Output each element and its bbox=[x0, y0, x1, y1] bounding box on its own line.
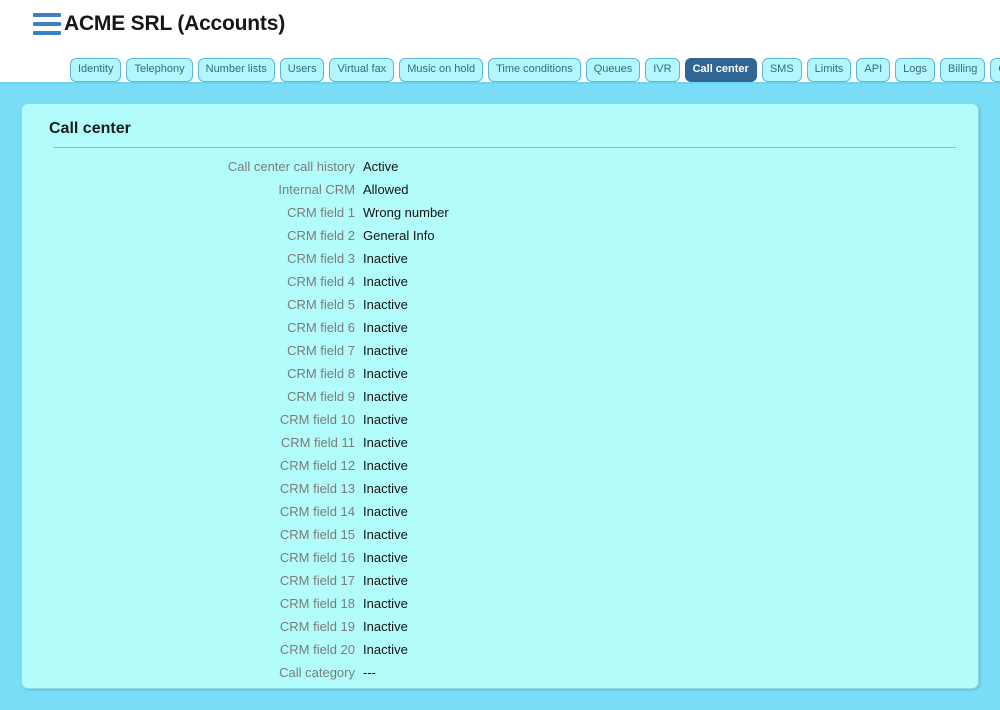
tab-call-center[interactable]: Call center bbox=[684, 58, 757, 82]
setting-label: CRM field 6 bbox=[287, 320, 355, 335]
setting-label: Call category bbox=[279, 665, 355, 680]
tab-users[interactable]: Users bbox=[279, 58, 325, 82]
setting-value: Inactive bbox=[363, 550, 408, 565]
setting-row: CRM field 3 Inactive bbox=[36, 251, 964, 274]
setting-label: CRM field 13 bbox=[279, 481, 355, 496]
setting-value: Inactive bbox=[363, 619, 408, 634]
setting-label: CRM field 4 bbox=[287, 274, 355, 289]
setting-value: Wrong number bbox=[363, 205, 449, 220]
tab-logs[interactable]: Logs bbox=[895, 58, 935, 82]
setting-label: Call center call history bbox=[227, 159, 355, 174]
tab-number-lists[interactable]: Number lists bbox=[197, 58, 275, 82]
setting-value: Inactive bbox=[363, 596, 408, 611]
tab-sms[interactable]: SMS bbox=[761, 58, 802, 82]
setting-row: CRM field 2 General Info bbox=[36, 228, 964, 251]
setting-row: CRM field 17 Inactive bbox=[36, 573, 964, 596]
setting-label: CRM field 15 bbox=[279, 527, 355, 542]
setting-label: CRM field 7 bbox=[287, 343, 355, 358]
setting-row: CRM field 18 Inactive bbox=[36, 596, 964, 619]
setting-row: CRM field 19 Inactive bbox=[36, 619, 964, 642]
hamburger-icon[interactable] bbox=[33, 12, 61, 35]
setting-row: CRM field 15 Inactive bbox=[36, 527, 964, 550]
setting-row: Call center call history Active bbox=[36, 159, 964, 182]
setting-value: Inactive bbox=[363, 642, 408, 657]
setting-label: CRM field 18 bbox=[279, 596, 355, 611]
call-center-panel: Call center Call center call history Acti… bbox=[21, 103, 979, 689]
tab-music-on-hold[interactable]: Music on hold bbox=[399, 58, 484, 82]
setting-row: Internal CRM Allowed bbox=[36, 182, 964, 205]
setting-value: Inactive bbox=[363, 274, 408, 289]
setting-row: CRM field 4 Inactive bbox=[36, 274, 964, 297]
tab-billing[interactable]: Billing bbox=[940, 58, 986, 82]
setting-value: General Info bbox=[363, 228, 435, 243]
tab-limits[interactable]: Limits bbox=[806, 58, 852, 82]
setting-row: CRM field 20 Inactive bbox=[36, 642, 964, 665]
setting-value: Inactive bbox=[363, 366, 408, 381]
setting-value: Inactive bbox=[363, 389, 408, 404]
setting-label: CRM field 19 bbox=[279, 619, 355, 634]
setting-value: Inactive bbox=[363, 251, 408, 266]
setting-value: Inactive bbox=[363, 527, 408, 542]
setting-label: CRM field 10 bbox=[279, 412, 355, 427]
setting-row: CRM field 11 Inactive bbox=[36, 435, 964, 458]
panel-title: Call center bbox=[49, 120, 131, 137]
setting-row: CRM field 9 Inactive bbox=[36, 389, 964, 412]
setting-value: Inactive bbox=[363, 504, 408, 519]
setting-row: CRM field 1 Wrong number bbox=[36, 205, 964, 228]
setting-label: CRM field 3 bbox=[287, 251, 355, 266]
setting-label: CRM field 16 bbox=[279, 550, 355, 565]
setting-label: CRM field 9 bbox=[287, 389, 355, 404]
page-body: Call center Call center call history Acti… bbox=[0, 84, 1000, 710]
setting-label: CRM field 11 bbox=[280, 435, 355, 450]
setting-row: CRM field 7 Inactive bbox=[36, 343, 964, 366]
setting-label: CRM field 8 bbox=[287, 366, 355, 381]
setting-label: CRM field 2 bbox=[287, 228, 355, 243]
tab-time-conditions[interactable]: Time conditions bbox=[488, 58, 581, 82]
brand: ACME SRL (Accounts) bbox=[0, 0, 1000, 40]
panel-divider bbox=[54, 147, 956, 148]
setting-value: --- bbox=[363, 665, 376, 680]
setting-label: Internal CRM bbox=[278, 182, 355, 197]
tab-queues[interactable]: Queues bbox=[585, 58, 641, 82]
setting-value: Inactive bbox=[363, 573, 408, 588]
setting-label: CRM field 14 bbox=[279, 504, 355, 519]
tab-virtual-fax[interactable]: Virtual fax bbox=[329, 58, 395, 82]
tab-identity[interactable]: Identity bbox=[70, 58, 122, 82]
setting-label: CRM field 20 bbox=[279, 642, 355, 657]
setting-row: CRM field 6 Inactive bbox=[36, 320, 964, 343]
setting-label: CRM field 5 bbox=[287, 297, 355, 312]
setting-value: Inactive bbox=[363, 412, 408, 427]
setting-value: Inactive bbox=[363, 320, 408, 335]
setting-value: Allowed bbox=[363, 182, 409, 197]
setting-row: CRM field 14 Inactive bbox=[36, 504, 964, 527]
setting-value: Inactive bbox=[363, 458, 408, 473]
setting-row: CRM field 13 Inactive bbox=[36, 481, 964, 504]
setting-value: Inactive bbox=[363, 343, 408, 358]
settings-list: Call center call history Active Internal C… bbox=[36, 157, 964, 688]
hamburger-bar bbox=[33, 30, 61, 35]
hamburger-bar bbox=[33, 21, 61, 26]
setting-row: CRM field 8 Inactive bbox=[36, 366, 964, 389]
hamburger-bar bbox=[33, 12, 61, 17]
setting-label: CRM field 12 bbox=[279, 458, 355, 473]
setting-value: Inactive bbox=[363, 435, 408, 450]
setting-row: CRM field 16 Inactive bbox=[36, 550, 964, 573]
setting-row: CRM field 5 Inactive bbox=[36, 297, 964, 320]
tab-api[interactable]: API bbox=[856, 58, 891, 82]
setting-value: Inactive bbox=[363, 297, 408, 312]
setting-value: Inactive bbox=[363, 481, 408, 496]
setting-row: Call category --- bbox=[36, 665, 964, 688]
setting-label: CRM field 17 bbox=[279, 573, 355, 588]
setting-value: Active bbox=[363, 159, 399, 174]
setting-row: CRM field 10 Inactive bbox=[36, 412, 964, 435]
page-title: ACME SRL (Accounts) bbox=[64, 11, 285, 35]
setting-row: CRM field 12 Inactive bbox=[36, 458, 964, 481]
tab-ivr[interactable]: IVR bbox=[645, 58, 680, 82]
tab-bar: Identity Telephony Number lists Users Virtua… bbox=[70, 58, 1000, 82]
setting-label: CRM field 1 bbox=[287, 205, 355, 220]
app-header: ACME SRL (Accounts) Identity Telephony Num… bbox=[0, 0, 1000, 84]
tab-operations[interactable]: Operations bbox=[990, 58, 1000, 82]
tab-telephony[interactable]: Telephony bbox=[126, 58, 193, 82]
